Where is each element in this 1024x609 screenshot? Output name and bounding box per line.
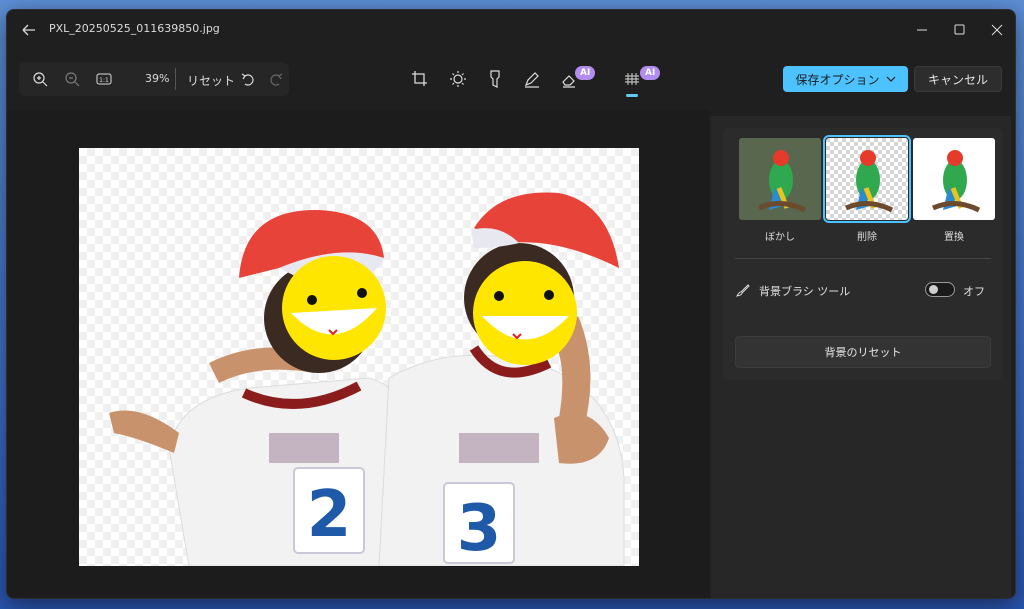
filter-icon (490, 70, 500, 88)
photos-editor-window: PXL_20250525_011639850.jpg 1:1 39% リセット … (6, 9, 1016, 599)
title-bar: PXL_20250525_011639850.jpg (7, 10, 1015, 50)
brush-icon (736, 284, 750, 297)
zoom-in-icon (33, 72, 48, 87)
parrot-remove-thumbnail-icon (826, 138, 908, 220)
cancel-button[interactable]: キャンセル (914, 66, 1002, 92)
filter-tool[interactable] (484, 68, 506, 90)
ai-badge-erase: AI (575, 66, 596, 80)
toolbar-separator (175, 68, 176, 90)
remove-option-label: 削除 (857, 232, 877, 243)
actual-size-label: 1:1 (99, 77, 109, 84)
parrot-blur-thumbnail-icon (739, 138, 821, 220)
zoom-out-icon (65, 72, 80, 87)
save-options-label: 保存オプション (795, 72, 880, 87)
crop-icon (412, 71, 427, 86)
background-brush-label: 背景ブラシ ツール (759, 285, 851, 298)
redo-icon (270, 73, 283, 86)
photo-children-illustration: 2 3 (109, 192, 625, 566)
close-icon (991, 24, 1003, 36)
background-panel: ぼかし 削除 置換 背景ブラシ ツール オフ 背景のリセット (711, 116, 1011, 598)
back-arrow-icon (22, 24, 35, 36)
actual-size-icon: 1:1 (96, 73, 112, 85)
active-tool-indicator (626, 94, 638, 97)
zoom-percentage: 39% (145, 72, 170, 85)
adjust-brightness-icon (450, 71, 466, 87)
maximize-button[interactable] (944, 18, 974, 42)
actual-size-button[interactable]: 1:1 (95, 70, 115, 88)
replace-option-thumbnail[interactable] (913, 138, 995, 220)
background-options-card: ぼかし 削除 置換 背景ブラシ ツール オフ 背景のリセット (723, 128, 1003, 380)
markup-pen-icon (524, 72, 539, 88)
maximize-icon (954, 24, 965, 35)
toggle-state-label: オフ (963, 285, 985, 298)
adjust-tool[interactable] (447, 68, 469, 90)
reset-background-button[interactable]: 背景のリセット (735, 336, 991, 368)
minimize-icon (917, 29, 927, 31)
canvas-area: 2 3 (7, 110, 709, 598)
save-options-button[interactable]: 保存オプション (783, 66, 908, 92)
zoom-in-button[interactable] (31, 70, 51, 88)
parrot-replace-thumbnail-icon (913, 138, 995, 220)
minimize-button[interactable] (907, 18, 937, 42)
reset-button[interactable]: リセット (187, 72, 235, 89)
panel-divider (735, 258, 991, 259)
markup-tool[interactable] (521, 68, 543, 90)
blur-option-thumbnail[interactable] (739, 138, 821, 220)
zoom-controls: 1:1 39% リセット (19, 62, 289, 96)
back-button[interactable] (17, 20, 39, 40)
replace-option-label: 置換 (944, 232, 964, 243)
remove-option-thumbnail[interactable] (823, 135, 911, 223)
redo-button[interactable] (267, 70, 287, 88)
ai-badge-background: AI (640, 66, 661, 80)
crop-tool[interactable] (409, 68, 431, 90)
close-button[interactable] (982, 18, 1012, 42)
edited-photo[interactable]: 2 3 (79, 148, 639, 566)
background-brush-row: 背景ブラシ ツール オフ (735, 280, 991, 300)
background-brush-toggle[interactable] (925, 282, 955, 297)
undo-icon (241, 73, 254, 86)
toggle-knob (929, 285, 938, 294)
svg-text:3: 3 (457, 492, 502, 566)
undo-button[interactable] (239, 70, 259, 88)
blur-option-label: ぼかし (765, 232, 795, 243)
window-title: PXL_20250525_011639850.jpg (49, 22, 220, 35)
zoom-out-button[interactable] (63, 70, 83, 88)
svg-text:2: 2 (307, 478, 352, 552)
chevron-down-icon (886, 76, 895, 82)
